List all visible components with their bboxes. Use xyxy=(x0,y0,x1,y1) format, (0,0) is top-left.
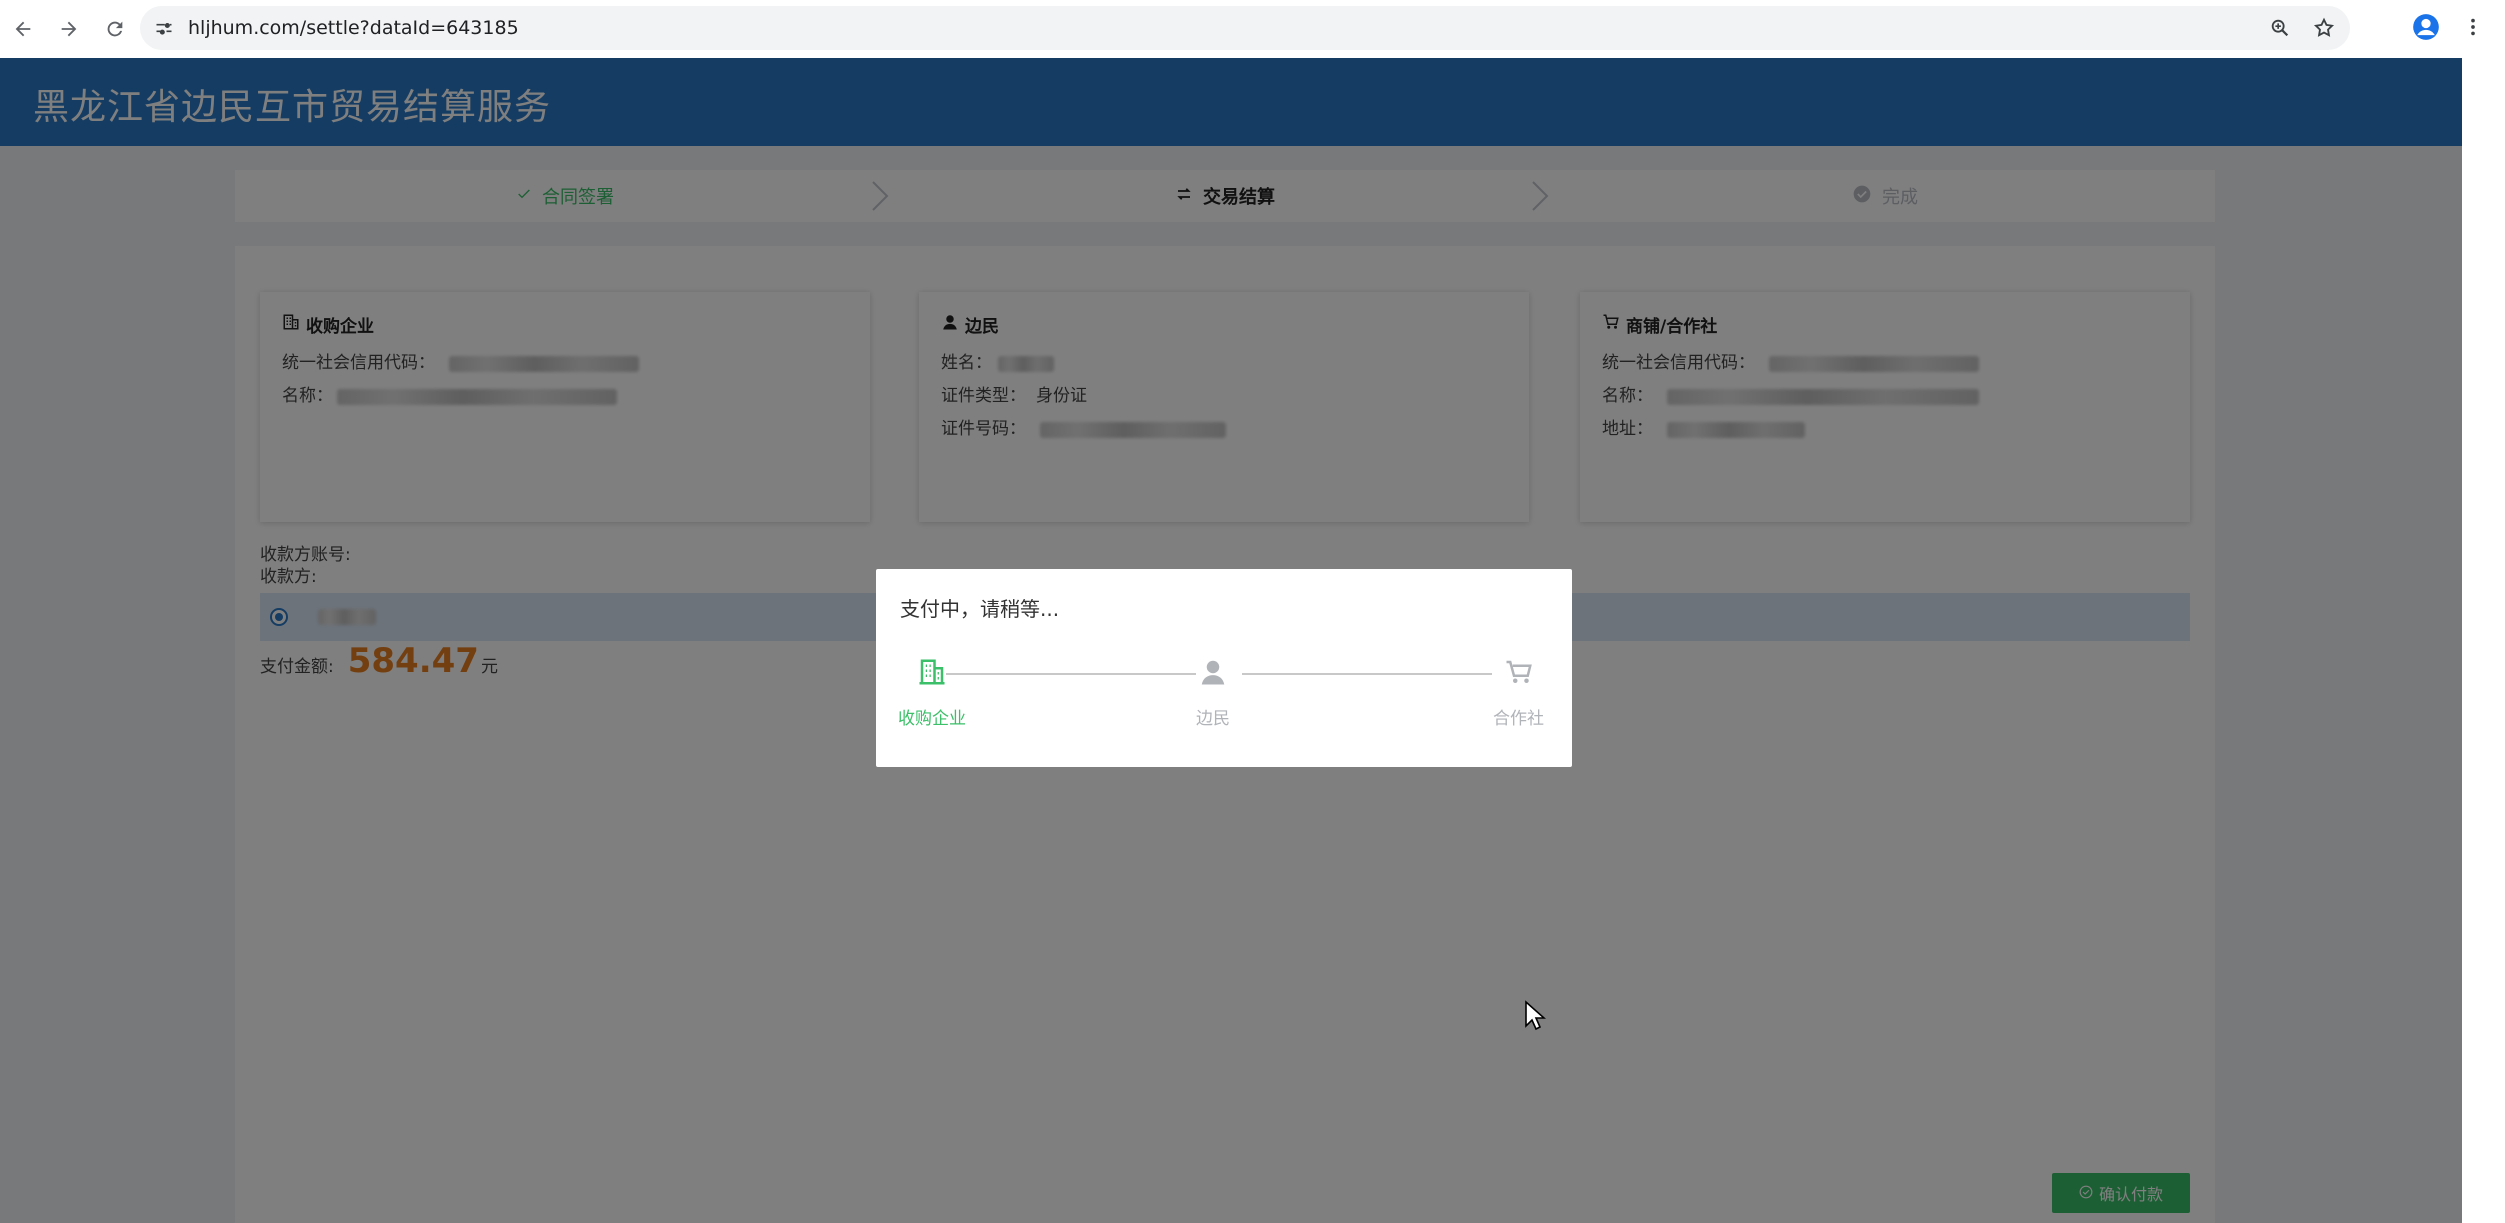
dialog-title: 支付中，请稍等... xyxy=(900,597,1060,621)
cart-icon xyxy=(1504,657,1534,692)
browser-toolbar: hljhum.com/settle?dataId=643185 xyxy=(0,0,2505,58)
reload-icon[interactable] xyxy=(92,6,138,52)
payment-progress-dialog: 支付中，请稍等... 收购企业 边民 合作社 xyxy=(876,569,1572,767)
zoom-icon[interactable] xyxy=(2264,12,2296,44)
payment-flow: 收购企业 边民 合作社 xyxy=(876,657,1572,737)
flow-node-cooperative: 合作社 xyxy=(1493,657,1544,729)
flow-line xyxy=(946,673,1196,675)
address-bar[interactable]: hljhum.com/settle?dataId=643185 xyxy=(140,6,2350,50)
bookmark-star-icon[interactable] xyxy=(2308,12,2340,44)
more-menu-icon[interactable] xyxy=(2457,11,2489,43)
window-edge xyxy=(2462,58,2505,1223)
back-icon[interactable] xyxy=(0,6,46,52)
profile-avatar-icon[interactable] xyxy=(2409,10,2443,44)
person-icon xyxy=(1198,657,1228,692)
flow-node-buyer: 收购企业 xyxy=(898,657,966,729)
building-icon xyxy=(917,657,947,692)
flow-node-resident: 边民 xyxy=(1196,657,1230,729)
forward-icon[interactable] xyxy=(46,6,92,52)
mouse-cursor-icon xyxy=(1524,1000,1547,1032)
flow-line xyxy=(1242,673,1492,675)
url-text[interactable]: hljhum.com/settle?dataId=643185 xyxy=(188,17,519,39)
site-settings-icon[interactable] xyxy=(146,10,182,46)
